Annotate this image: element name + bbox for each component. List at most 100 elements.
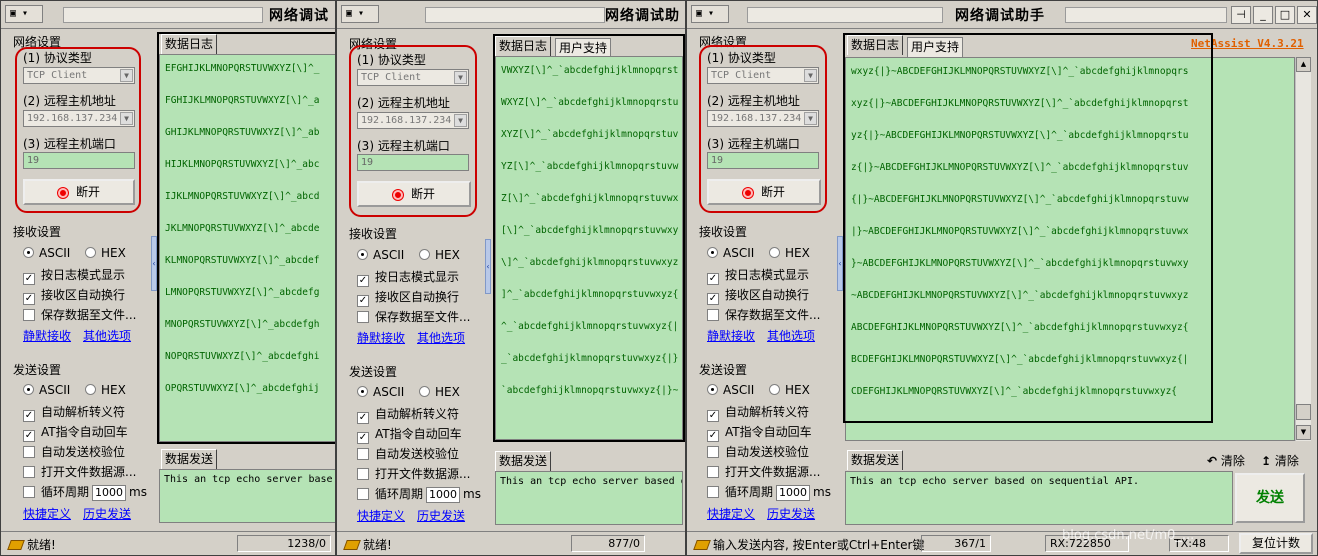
send-hex-radio[interactable]: HEX	[769, 383, 810, 397]
send-hex-radio[interactable]: HEX	[419, 385, 460, 399]
collapse-left-icon[interactable]: ‹	[485, 239, 491, 294]
disconnect-button[interactable]: 断开	[707, 179, 821, 205]
tab-data-send[interactable]: 数据发送	[495, 451, 552, 471]
other-options-link[interactable]: 其他选项	[83, 327, 131, 344]
system-menu-icon[interactable]: ▣ ▾	[341, 5, 379, 23]
open-file-checkbox[interactable]: 打开文件数据源...	[707, 463, 820, 480]
system-menu-icon[interactable]: ▣ ▾	[691, 5, 729, 23]
other-options-link[interactable]: 其他选项	[417, 329, 465, 346]
disconnect-button[interactable]: 断开	[23, 179, 135, 205]
loop-period-input[interactable]: 1000	[426, 486, 461, 503]
send-input[interactable]: This an tcp echo server based o	[495, 471, 683, 525]
port-input[interactable]: 19	[357, 154, 469, 171]
loop-checkbox[interactable]: 循环周期 1000 ms	[23, 483, 147, 501]
collapse-left-icon[interactable]: ‹	[837, 236, 843, 291]
loop-checkbox[interactable]: 循环周期 1000 ms	[357, 485, 481, 503]
tab-user-support[interactable]: 用户支持	[907, 37, 964, 57]
tab-data-send[interactable]: 数据发送	[161, 449, 218, 469]
host-select[interactable]: 192.168.137.234 ▼	[707, 110, 819, 127]
send-ascii-radio[interactable]: ASCII	[707, 383, 754, 397]
status-text: 输入发送内容, 按Enter或Ctrl+Enter键	[693, 536, 924, 553]
at-cr-checkbox[interactable]: ✓ AT指令自动回车	[23, 423, 128, 442]
auto-wrap-checkbox[interactable]: ✓ 接收区自动换行	[707, 286, 809, 305]
port-input[interactable]: 19	[707, 152, 819, 169]
other-options-link[interactable]: 其他选项	[767, 327, 815, 344]
auto-escape-checkbox[interactable]: ✓ 自动解析转义符	[357, 405, 459, 424]
auto-checksum-checkbox[interactable]: 自动发送校验位	[23, 443, 125, 460]
loop-period-input[interactable]: 1000	[776, 484, 811, 501]
save-file-checkbox[interactable]: 保存数据至文件...	[357, 308, 470, 325]
scroll-up-icon[interactable]: ▲	[1296, 57, 1311, 72]
send-group-title: 发送设置	[699, 363, 748, 377]
save-file-checkbox[interactable]: 保存数据至文件...	[23, 306, 136, 323]
receive-ascii-radio[interactable]: ASCII	[707, 246, 754, 260]
log-scrollbar[interactable]: ▲ ▼	[1295, 57, 1311, 441]
save-file-checkbox[interactable]: 保存数据至文件...	[707, 306, 820, 323]
tab-data-send[interactable]: 数据发送	[847, 450, 904, 470]
host-select[interactable]: 192.168.137.234 ▼	[23, 110, 135, 127]
history-link[interactable]: 历史发送	[417, 507, 465, 524]
port-input[interactable]: 19	[23, 152, 135, 169]
history-link[interactable]: 历史发送	[83, 505, 131, 522]
checkbox-icon	[23, 446, 35, 458]
send-ascii-radio[interactable]: ASCII	[357, 385, 404, 399]
title-bar: ▣ ▾ 网络调试助手 ⊣ _ □ ✕	[687, 1, 1317, 29]
tab-data-log[interactable]: 数据日志	[495, 36, 552, 56]
pin-icon[interactable]: ⊣	[1231, 6, 1251, 24]
open-file-checkbox[interactable]: 打开文件数据源...	[23, 463, 136, 480]
checkbox-icon	[707, 486, 719, 498]
maximize-icon[interactable]: □	[1275, 6, 1295, 24]
log-line: KLMNOPQRSTUVWXYZ[\]^_abcdef	[165, 255, 320, 266]
loop-period-input[interactable]: 1000	[92, 484, 127, 501]
tab-data-log[interactable]: 数据日志	[847, 35, 904, 55]
protocol-select[interactable]: TCP Client ▼	[23, 67, 135, 84]
receive-ascii-radio[interactable]: ASCII	[357, 248, 404, 262]
close-icon[interactable]: ✕	[1297, 6, 1317, 24]
log-mode-checkbox[interactable]: ✓ 按日志模式显示	[357, 268, 459, 287]
send-input[interactable]: This an tcp echo server base	[159, 469, 335, 523]
send-button[interactable]: 发送	[1235, 473, 1305, 523]
shortcut-link[interactable]: 快捷定义	[357, 507, 405, 524]
scroll-thumb[interactable]	[1296, 404, 1311, 420]
clear-log-button[interactable]: ↥ 清除	[1261, 452, 1299, 469]
send-input[interactable]: This an tcp echo server based on sequent…	[845, 471, 1233, 525]
auto-wrap-checkbox[interactable]: ✓ 接收区自动换行	[357, 288, 459, 307]
silent-receive-link[interactable]: 静默接收	[23, 327, 71, 344]
tab-user-support[interactable]: 用户支持	[555, 38, 612, 58]
protocol-select[interactable]: TCP Client ▼	[357, 69, 469, 86]
auto-escape-checkbox[interactable]: ✓ 自动解析转义符	[23, 403, 125, 422]
protocol-select[interactable]: TCP Client ▼	[707, 67, 819, 84]
loop-checkbox[interactable]: 循环周期 1000 ms	[707, 483, 831, 501]
log-line: xyz{|}~ABCDEFGHIJKLMNOPQRSTUVWXYZ[\]^_`a…	[851, 98, 1189, 109]
auto-checksum-checkbox[interactable]: 自动发送校验位	[707, 443, 809, 460]
tab-data-log[interactable]: 数据日志	[161, 34, 218, 54]
collapse-left-icon[interactable]: ‹	[151, 236, 157, 291]
silent-receive-link[interactable]: 静默接收	[357, 329, 405, 346]
open-file-checkbox[interactable]: 打开文件数据源...	[357, 465, 470, 482]
scroll-down-icon[interactable]: ▼	[1296, 425, 1311, 440]
auto-checksum-checkbox[interactable]: 自动发送校验位	[357, 445, 459, 462]
silent-receive-link[interactable]: 静默接收	[707, 327, 755, 344]
receive-hex-radio[interactable]: HEX	[419, 248, 460, 262]
send-hex-radio[interactable]: HEX	[85, 383, 126, 397]
receive-hex-radio[interactable]: HEX	[85, 246, 126, 260]
receive-hex-radio[interactable]: HEX	[769, 246, 810, 260]
host-select[interactable]: 192.168.137.234 ▼	[357, 112, 469, 129]
history-link[interactable]: 历史发送	[767, 505, 815, 522]
minimize-icon[interactable]: _	[1253, 6, 1273, 24]
shortcut-link[interactable]: 快捷定义	[707, 505, 755, 522]
log-mode-checkbox[interactable]: ✓ 按日志模式显示	[707, 266, 809, 285]
at-cr-checkbox[interactable]: ✓ AT指令自动回车	[707, 423, 812, 442]
at-cr-checkbox[interactable]: ✓ AT指令自动回车	[357, 425, 462, 444]
reset-count-button[interactable]: 复位计数	[1239, 533, 1313, 554]
system-menu-icon[interactable]: ▣ ▾	[5, 5, 43, 23]
shortcut-link[interactable]: 快捷定义	[23, 505, 71, 522]
log-mode-checkbox[interactable]: ✓ 按日志模式显示	[23, 266, 125, 285]
send-ascii-radio[interactable]: ASCII	[23, 383, 70, 397]
auto-escape-checkbox[interactable]: ✓ 自动解析转义符	[707, 403, 809, 422]
auto-wrap-checkbox[interactable]: ✓ 接收区自动换行	[23, 286, 125, 305]
disconnect-button[interactable]: 断开	[357, 181, 471, 207]
receive-ascii-radio[interactable]: ASCII	[23, 246, 70, 260]
watermark: blog.csdn.net/m0_...	[1062, 528, 1195, 543]
clear-send-button[interactable]: ↶ 清除	[1207, 452, 1245, 469]
